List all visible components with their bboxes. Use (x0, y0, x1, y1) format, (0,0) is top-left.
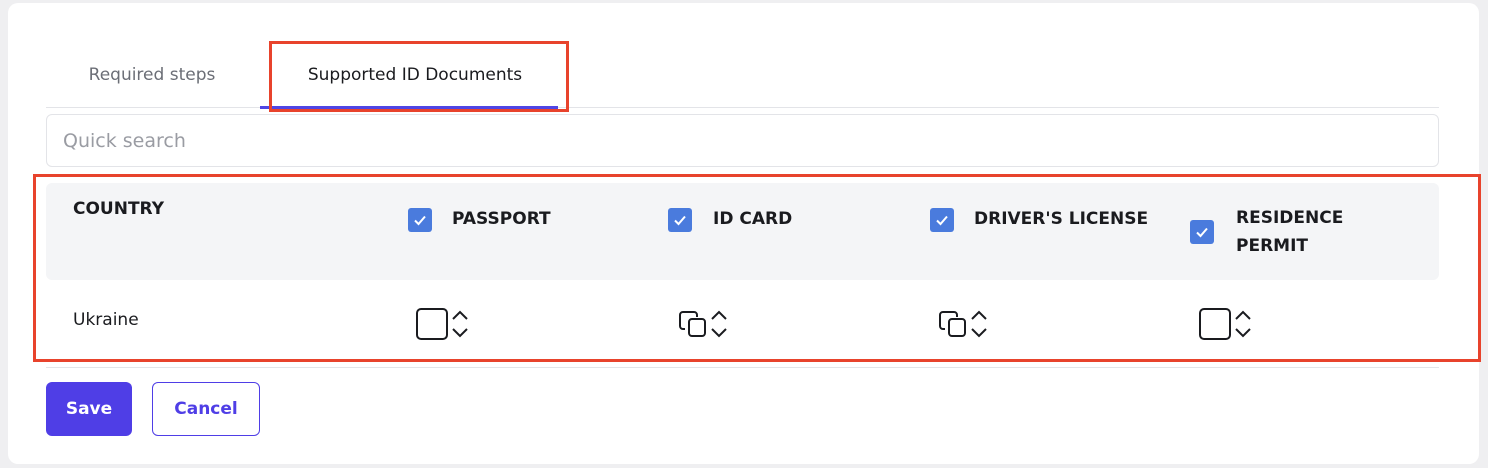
cancel-button[interactable]: Cancel (152, 382, 260, 436)
table-highlight-box (33, 174, 1481, 362)
search-input[interactable] (46, 114, 1439, 167)
tab-required-steps[interactable]: Required steps (72, 42, 232, 108)
tab-bar: Required steps Supported ID Documents (46, 42, 1439, 109)
tab-highlight-box (269, 41, 569, 112)
save-button[interactable]: Save (46, 382, 132, 436)
